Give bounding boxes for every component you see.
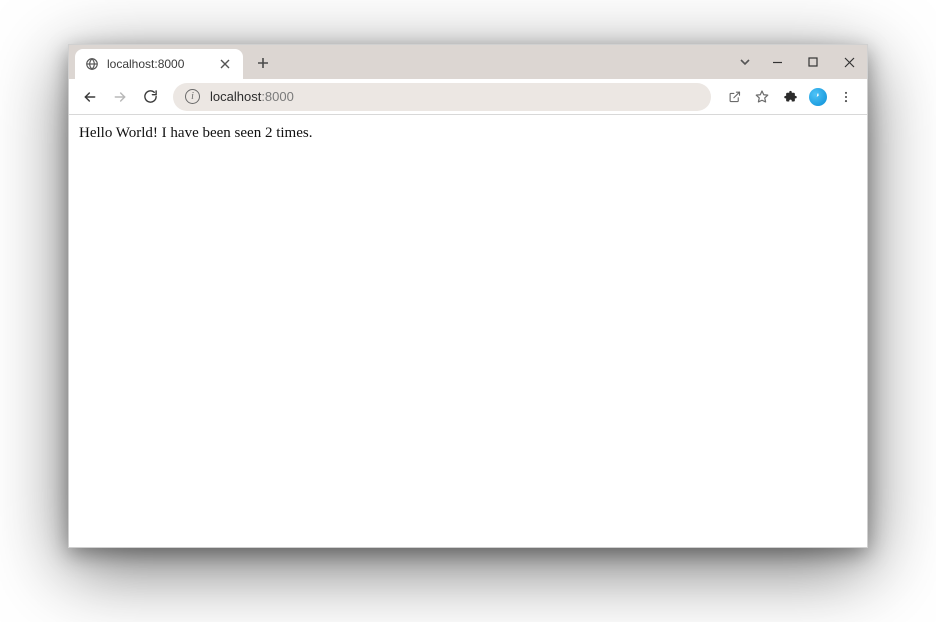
reload-button[interactable] [137,84,163,110]
minimize-button[interactable] [759,48,795,76]
page-content: Hello World! I have been seen 2 times. [69,115,867,547]
menu-kebab-icon[interactable] [833,84,859,110]
page-body-text: Hello World! I have been seen 2 times. [79,125,312,141]
close-tab-button[interactable] [217,56,233,72]
titlebar: localhost:8000 [69,45,867,79]
extensions-puzzle-icon[interactable] [777,84,803,110]
site-info-icon[interactable]: i [185,89,200,104]
url-host: localhost [210,89,261,104]
back-button[interactable] [77,84,103,110]
tab-active[interactable]: localhost:8000 [75,49,243,79]
tab-search-button[interactable] [731,48,759,76]
tab-title: localhost:8000 [107,57,209,71]
forward-button[interactable] [107,84,133,110]
toolbar: i localhost:8000 [69,79,867,115]
globe-icon [85,57,99,71]
new-tab-button[interactable] [249,49,277,77]
url-text: localhost:8000 [210,89,699,104]
share-icon[interactable] [721,84,747,110]
url-port: :8000 [261,89,294,104]
toolbar-right [721,84,859,110]
close-window-button[interactable] [831,48,867,76]
address-bar[interactable]: i localhost:8000 [173,83,711,111]
maximize-button[interactable] [795,48,831,76]
window-controls [731,45,867,79]
bookmark-star-icon[interactable] [749,84,775,110]
profile-extension-icon[interactable] [805,84,831,110]
browser-window: localhost:8000 [68,44,868,548]
